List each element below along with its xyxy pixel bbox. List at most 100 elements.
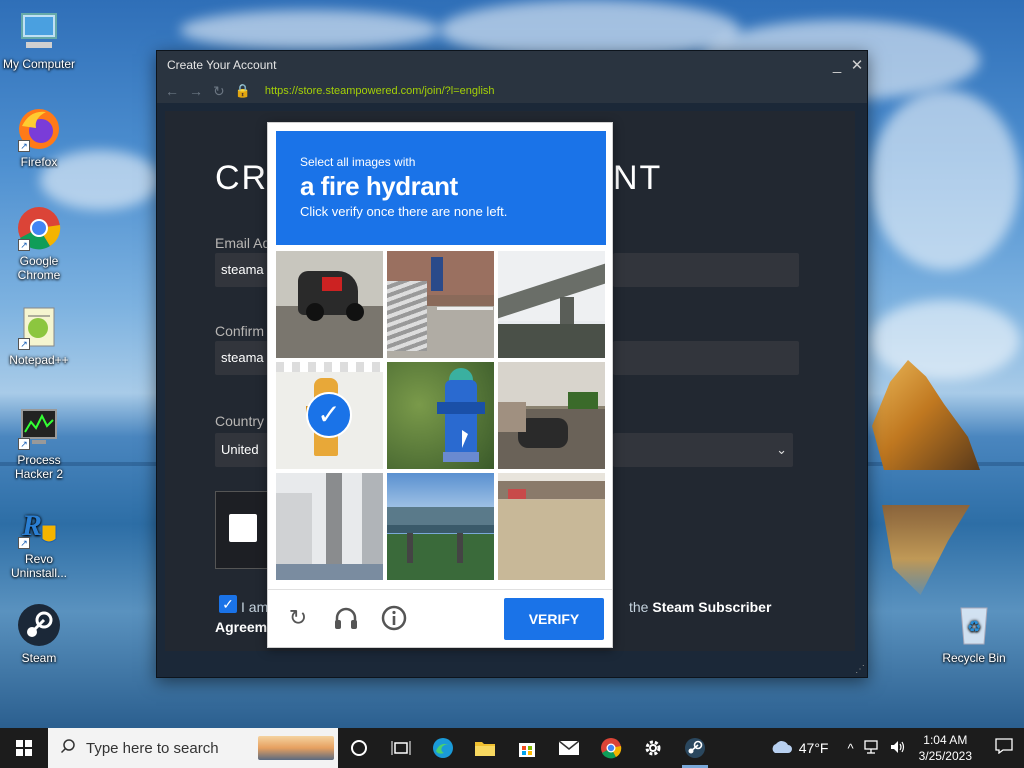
close-button[interactable]: ✕ xyxy=(847,56,867,74)
notification-center-icon[interactable] xyxy=(984,737,1024,759)
desktop-icon-label: Google Chrome xyxy=(17,254,61,282)
shortcut-arrow-icon: ↗ xyxy=(18,140,30,152)
captcha-tile-bridge[interactable] xyxy=(387,473,494,580)
captcha-tile-overpass[interactable] xyxy=(498,251,605,358)
cloud xyxy=(180,10,440,50)
email-input[interactable]: steama xyxy=(215,253,271,287)
window-title: Create Your Account xyxy=(167,58,277,72)
desktop-icon-recycle-bin[interactable]: ♻ Recycle Bin xyxy=(936,602,1012,665)
weather-widget[interactable]: 47°F xyxy=(769,739,829,758)
volume-icon[interactable] xyxy=(890,740,906,757)
desktop-icon-revo[interactable]: R ↗ Revo Uninstall... xyxy=(1,503,77,580)
recaptcha-checkbox[interactable] xyxy=(229,514,257,542)
desktop-icon-label: Process Hacker 2 xyxy=(14,453,64,481)
resize-grip-icon[interactable]: ⋰ xyxy=(855,664,865,675)
country-select[interactable]: United xyxy=(215,433,271,467)
desktop-icon-notepadpp[interactable]: ↗ Notepad++ xyxy=(1,304,77,367)
captcha-tile-fire-hydrant-blue[interactable] xyxy=(387,362,494,469)
country-label: Country xyxy=(215,413,265,429)
desktop-icon-label: Firefox xyxy=(20,155,58,169)
url-text[interactable]: https://store.steampowered.com/join/?l=e… xyxy=(265,85,495,97)
captcha-tile-utility-pole[interactable] xyxy=(276,473,383,580)
chevron-up-icon[interactable]: ^ xyxy=(848,741,854,756)
clock-time: 1:04 AM xyxy=(923,733,968,747)
email-input-right[interactable] xyxy=(613,253,799,287)
captcha-tile-fire-hydrant-yellow[interactable]: ✓ xyxy=(276,362,383,469)
headphones-icon[interactable] xyxy=(332,604,360,632)
minimize-button[interactable]: _ xyxy=(827,57,847,74)
steam-taskbar-icon[interactable] xyxy=(674,728,716,768)
firefox-icon: ↗ xyxy=(16,106,62,152)
captcha-target: a fire hydrant xyxy=(300,171,458,201)
desktop-icon-label: My Computer xyxy=(2,57,76,71)
settings-gear-icon[interactable] xyxy=(632,728,674,768)
taskbar-search-box[interactable]: Type here to search xyxy=(48,728,338,768)
captcha-tile-building-stairs[interactable] xyxy=(387,251,494,358)
steam-icon xyxy=(16,602,62,648)
captcha-tile-street[interactable] xyxy=(498,473,605,580)
recycle-bin-icon: ♻ xyxy=(951,602,997,648)
search-placeholder: Type here to search xyxy=(86,739,219,757)
desktop-icon-chrome[interactable]: ↗ Google Chrome xyxy=(1,205,77,282)
window-titlebar[interactable]: Create Your Account _ ✕ xyxy=(157,51,867,79)
windows-logo-icon xyxy=(16,740,32,756)
cloud-weather-icon xyxy=(769,739,793,758)
captcha-footer: ↻ VERIFY xyxy=(268,589,612,647)
svg-text:♻: ♻ xyxy=(967,619,981,636)
agree-text: I am xyxy=(241,599,269,615)
shortcut-arrow-icon: ↗ xyxy=(18,239,30,251)
agree-checkbox[interactable]: ✓ xyxy=(219,595,237,613)
forward-arrow-icon[interactable]: → xyxy=(189,83,203,99)
verify-button[interactable]: VERIFY xyxy=(504,598,604,640)
desktop-icon-my-computer[interactable]: My Computer xyxy=(1,8,77,71)
confirm-email-input[interactable]: steama xyxy=(215,341,271,375)
cloud xyxy=(870,90,1020,270)
desktop-icon-steam[interactable]: Steam xyxy=(1,602,77,665)
chrome-taskbar-icon[interactable] xyxy=(590,728,632,768)
reload-icon[interactable]: ↻ xyxy=(213,83,225,100)
microsoft-store-icon[interactable] xyxy=(506,728,548,768)
file-explorer-icon[interactable] xyxy=(464,728,506,768)
shortcut-arrow-icon: ↗ xyxy=(18,338,30,350)
taskbar-clock[interactable]: 1:04 AM 3/25/2023 xyxy=(919,732,972,764)
back-arrow-icon[interactable]: ← xyxy=(165,83,179,99)
cortana-icon[interactable] xyxy=(338,728,380,768)
url-bar: ← → ↻ 🔒 https://store.steampowered.com/j… xyxy=(157,79,867,103)
subscriber-agreement-link-2[interactable]: Agreem xyxy=(215,619,267,635)
edge-icon[interactable] xyxy=(422,728,464,768)
captcha-tile-motorcycle-debris[interactable] xyxy=(498,362,605,469)
task-view-icon[interactable] xyxy=(380,728,422,768)
desktop-icon-label: Revo Uninstall... xyxy=(10,552,68,580)
agree-text-mid: the xyxy=(629,599,649,615)
revo-uninstaller-icon: R ↗ xyxy=(16,503,62,549)
desktop-icon-process-hacker[interactable]: ↗ Process Hacker 2 xyxy=(1,404,77,481)
computer-icon xyxy=(16,8,62,54)
email-label: Email Ad xyxy=(215,235,271,251)
network-icon[interactable] xyxy=(863,739,880,757)
confirm-email-label: Confirm xyxy=(215,323,265,339)
temperature: 47°F xyxy=(798,740,829,756)
desktop-icon-label: Notepad++ xyxy=(9,353,69,367)
info-icon[interactable] xyxy=(380,604,408,632)
chrome-icon: ↗ xyxy=(16,205,62,251)
process-hacker-icon: ↗ xyxy=(16,404,62,450)
subscriber-agreement-link[interactable]: Steam Subscriber xyxy=(652,599,771,615)
captcha-tile-motorcycles[interactable] xyxy=(276,251,383,358)
mouse-cursor-icon xyxy=(462,430,468,448)
agree-text-right: the Steam Subscriber xyxy=(629,599,771,615)
search-highlight-image xyxy=(258,736,334,760)
captcha-instruction-sub: Click verify once there are none left. xyxy=(300,204,508,219)
captcha-header: Select all images with a fire hydrant Cl… xyxy=(276,131,606,245)
notepadpp-icon: ↗ xyxy=(16,304,62,350)
selected-check-icon: ✓ xyxy=(306,392,352,438)
confirm-email-input-right[interactable] xyxy=(613,341,799,375)
recaptcha-widget[interactable] xyxy=(215,491,275,569)
page-heading-right: NT xyxy=(613,159,663,197)
start-button[interactable] xyxy=(0,728,48,768)
refresh-icon[interactable]: ↻ xyxy=(284,604,312,632)
clock-date: 3/25/2023 xyxy=(918,749,972,763)
mail-icon[interactable] xyxy=(548,728,590,768)
captcha-instruction: Select all images with xyxy=(300,155,416,169)
desktop-icon-firefox[interactable]: ↗ Firefox xyxy=(1,106,77,169)
country-dropdown-chevron-icon[interactable]: ⌄ xyxy=(613,433,793,467)
